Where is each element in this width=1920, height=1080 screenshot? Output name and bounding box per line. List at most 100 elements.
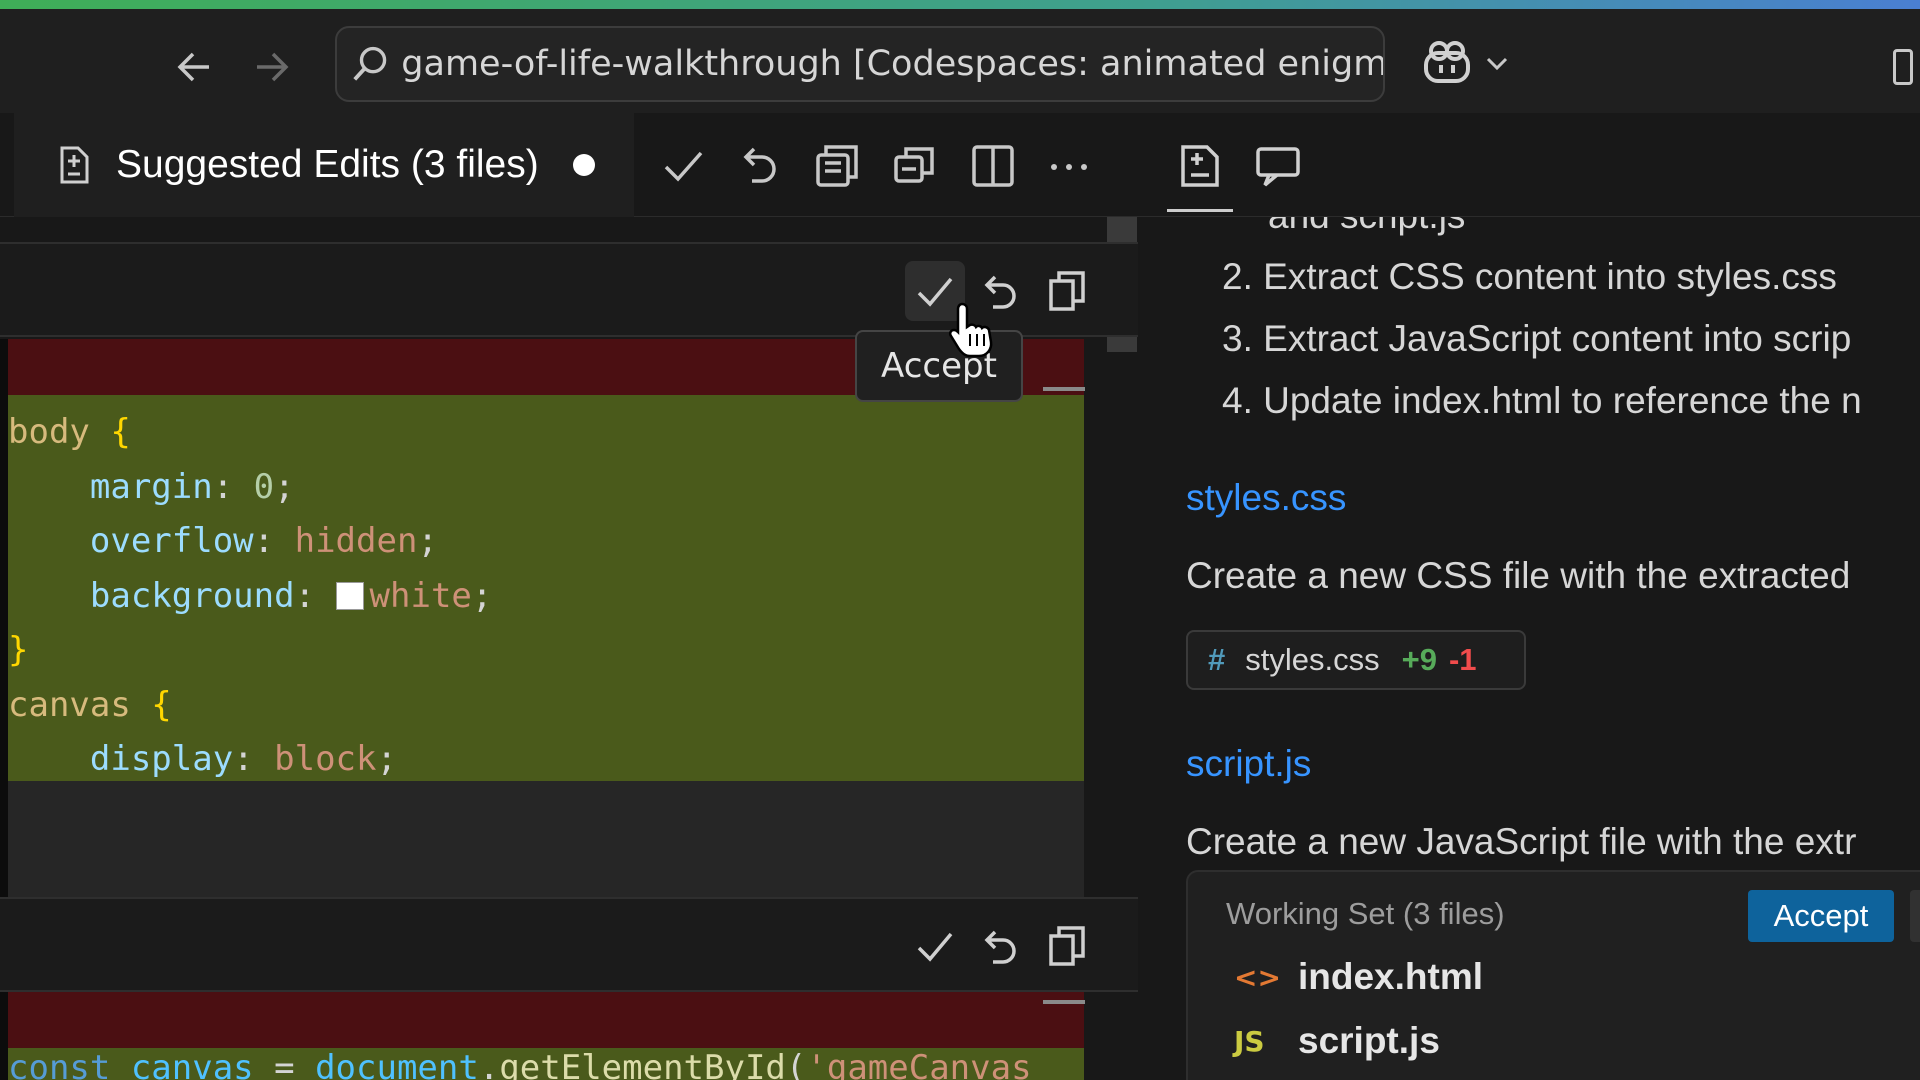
gutter-change-marker-2 (0, 992, 8, 1080)
discard-hunk-button-2[interactable] (971, 916, 1031, 976)
discard-icon[interactable] (736, 141, 786, 191)
partial-list-item: and script.js (1268, 217, 1465, 237)
overview-ruler-mark (1043, 387, 1085, 391)
additions-count: +9 (1401, 642, 1437, 677)
editor-tab-bar: Suggested Edits (3 files) (0, 113, 1140, 217)
copilot-icon (1424, 41, 1470, 83)
code-line[interactable]: display: block; (8, 732, 397, 786)
code-token: canvas (130, 1048, 254, 1080)
working-set-panel: Working Set (3 files) Accept <> index.ht… (1186, 870, 1920, 1080)
code-token: block (274, 739, 377, 779)
active-tab-indicator (1167, 209, 1233, 212)
code-line[interactable]: } (8, 623, 28, 677)
code-token: : (233, 739, 275, 779)
working-set-file[interactable]: JS script.js (1234, 1020, 1440, 1062)
discard-all-button[interactable] (1910, 890, 1920, 942)
code-token: ; (417, 521, 438, 561)
code-token: canvas (8, 684, 152, 725)
copy-icon[interactable] (890, 141, 940, 191)
split-editor-icon[interactable] (968, 141, 1018, 191)
code-token: : (294, 575, 336, 616)
forward-button[interactable] (244, 39, 300, 95)
title-bar: game-of-life-walkthrough [Codespaces: an… (0, 9, 1920, 113)
code-line[interactable]: overflow: hidden; (8, 514, 438, 568)
unchanged-region (8, 781, 1084, 909)
back-button[interactable] (166, 39, 222, 95)
code-token: : (212, 466, 254, 507)
code-token: display (8, 739, 234, 779)
unsaved-dot-icon[interactable] (572, 154, 595, 176)
chat-tab-icon[interactable] (1253, 141, 1303, 191)
file-name: script.js (1298, 1020, 1440, 1061)
working-set-title: Working Set (3 files) (1226, 896, 1505, 931)
more-icon[interactable] (1044, 141, 1094, 191)
open-file-icon (1049, 926, 1085, 966)
color-swatch-icon[interactable] (335, 581, 364, 610)
working-set-file[interactable]: <> index.html (1234, 956, 1483, 998)
gutter-change-marker (0, 339, 8, 909)
diff-file-icon (60, 146, 89, 184)
code-token: { (110, 412, 131, 452)
list-item: 2. Extract CSS content into styles.css (1222, 256, 1837, 297)
overview-ruler-mark-2 (1043, 1000, 1085, 1004)
code-token: overflow (8, 521, 254, 561)
code-line[interactable]: margin: 0; (8, 460, 295, 514)
code-token: ; (274, 466, 295, 507)
toggle-panel-icon[interactable] (1893, 49, 1913, 85)
open-file-icon[interactable] (812, 141, 862, 191)
hunk-header-script (0, 897, 1138, 992)
accept-all-button[interactable]: Accept (1748, 890, 1894, 942)
code-line[interactable]: body { (8, 405, 131, 459)
code-token: white (369, 575, 472, 616)
code-token: margin (8, 466, 213, 507)
css-file-icon: # (1208, 642, 1226, 677)
tab-suggested-edits[interactable]: Suggested Edits (3 files) (14, 113, 634, 217)
edits-tab-icon[interactable] (1175, 141, 1225, 191)
file-name: index.html (1298, 956, 1484, 997)
code-token: 'gameCanvas (806, 1048, 1032, 1080)
list-item: 3. Extract JavaScript content into scrip (1222, 318, 1852, 359)
open-file-icon (1049, 271, 1085, 311)
arrow-left-icon (177, 52, 209, 82)
code-token: } (8, 630, 29, 670)
accept-all-icon[interactable] (658, 141, 708, 191)
arrow-right-icon (257, 52, 289, 82)
code-line[interactable]: canvas { (8, 678, 172, 732)
deleted-line-2 (8, 992, 1084, 1048)
search-icon (353, 46, 387, 81)
code-token: { (151, 684, 172, 725)
code-token: ; (376, 739, 397, 779)
deletions-count: -1 (1448, 642, 1477, 677)
file-chip-styles[interactable]: # styles.css +9 -1 (1186, 630, 1526, 690)
code-token: const (8, 1048, 131, 1080)
code-line[interactable]: background: white; (8, 569, 493, 623)
script-description: Create a new JavaScript file with the ex… (1186, 821, 1857, 862)
check-icon (917, 932, 953, 962)
command-center[interactable]: game-of-life-walkthrough [Codespaces: an… (335, 26, 1385, 102)
open-diff-button-2[interactable] (1037, 916, 1097, 976)
code-token: 0 (253, 466, 275, 507)
code-line[interactable]: const canvas = document.getElementById('… (8, 1041, 1032, 1080)
code-token: = (253, 1048, 316, 1080)
code-token: hidden (294, 521, 418, 561)
hand-cursor-icon (948, 302, 993, 358)
open-diff-button[interactable] (1037, 261, 1097, 321)
accept-hunk-button-2[interactable] (905, 916, 965, 976)
copilot-menu[interactable] (1420, 39, 1510, 87)
chat-panel: and script.js 2. Extract CSS content int… (1140, 217, 1920, 1080)
code-token: ( (785, 1048, 807, 1080)
code-token: body (8, 412, 111, 452)
chat-panel-header (1140, 113, 1920, 217)
window-accent-bar (0, 0, 1920, 9)
code-token: : (253, 521, 295, 561)
list-item: 4. Update index.html to reference the n (1222, 380, 1862, 421)
code-token: document (315, 1048, 479, 1080)
code-token: background (8, 575, 295, 616)
styles-description: Create a new CSS file with the extracted (1186, 555, 1851, 596)
js-file-icon: JS (1234, 1024, 1265, 1058)
discard-icon (984, 930, 1016, 964)
command-center-text: game-of-life-walkthrough [Codespaces: an… (401, 44, 1383, 84)
file-chip-name: styles.css (1245, 642, 1380, 677)
styles-heading-link[interactable]: styles.css (1186, 477, 1346, 519)
script-heading-link[interactable]: script.js (1186, 743, 1311, 785)
